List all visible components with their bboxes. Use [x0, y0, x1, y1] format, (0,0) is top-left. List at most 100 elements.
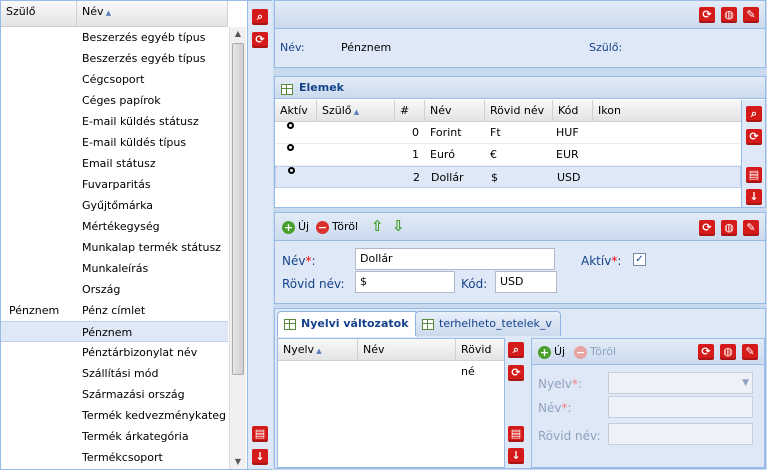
list-item[interactable]: Pénztárbizonylat név: [1, 342, 228, 363]
list-item[interactable]: Származási ország: [1, 384, 228, 405]
download-icon[interactable]: ↓: [252, 449, 268, 465]
list-item-name: Származási ország: [82, 388, 185, 401]
active-checkbox[interactable]: ✓: [633, 253, 646, 266]
list-item[interactable]: Fuvarparitás: [1, 174, 228, 195]
item-name-input[interactable]: Dollár: [355, 248, 555, 270]
new-button[interactable]: + Új: [282, 219, 309, 235]
list-item-name: Beszerzés egyéb típus: [82, 31, 206, 44]
move-down-icon[interactable]: ⇩: [392, 218, 405, 234]
refresh-icon[interactable]: ⟳: [746, 129, 762, 145]
refresh-icon[interactable]: ⟳: [508, 365, 524, 381]
list-item-name: Szállítási mód: [82, 367, 159, 380]
list-item[interactable]: E-mail küldés státusz: [1, 111, 228, 132]
table-row[interactable]: 1 Euró € EUR: [275, 144, 741, 166]
print-icon[interactable]: ▤: [746, 167, 762, 183]
list-item[interactable]: Céges papírok: [1, 90, 228, 111]
code-input[interactable]: USD: [495, 271, 557, 293]
cell-number: 1: [412, 148, 419, 161]
tab-language-versions[interactable]: Nyelvi változatok: [277, 311, 418, 337]
edit-icon[interactable]: ✎: [743, 7, 759, 23]
column-header-code[interactable]: Kód: [553, 100, 593, 121]
column-header-active[interactable]: Aktív: [275, 100, 317, 121]
column-header-name[interactable]: Név: [425, 100, 485, 121]
item-name-label: Név*:: [282, 254, 316, 268]
scroll-down-arrow[interactable]: ▼: [230, 455, 246, 469]
language-select[interactable]: ▼: [608, 372, 753, 394]
list-item-name: Termék árkategória: [82, 430, 189, 443]
tab-language-versions-label: Nyelvi változatok: [301, 317, 409, 330]
column-header-short-name[interactable]: Rövid név: [485, 100, 553, 121]
column-header-parent[interactable]: Szülő: [1, 1, 77, 26]
column-header-short-name[interactable]: Rövid né: [456, 339, 504, 378]
list-item[interactable]: Ország: [1, 279, 228, 300]
list-item-name: Pénztárbizonylat név: [82, 346, 198, 359]
list-item[interactable]: Email státusz: [1, 153, 228, 174]
search-icon[interactable]: ⌕: [746, 106, 762, 122]
tab-chargeable-items[interactable]: terhelheto_tetelek_v: [415, 311, 561, 336]
delete-language-button-label: Töröl: [590, 345, 617, 358]
short-name-input[interactable]: $: [355, 271, 455, 293]
detail-header-panel: ⟳ ◍ ✎ Név: Pénznem Szülő:: [274, 0, 766, 68]
search-icon[interactable]: ⌕: [508, 342, 524, 358]
vertical-scrollbar[interactable]: ▲ ▼: [229, 27, 246, 469]
print-icon[interactable]: ▤: [508, 426, 524, 442]
scrollbar-thumb[interactable]: [232, 43, 244, 375]
list-item[interactable]: Pénznem: [1, 321, 228, 342]
refresh-icon[interactable]: ⟳: [698, 344, 714, 360]
refresh-icon[interactable]: ⟳: [699, 7, 715, 23]
items-toolbar: ⌕ ⟳ ▤ ↓: [741, 100, 765, 207]
active-radio-icon[interactable]: [288, 167, 295, 174]
list-item[interactable]: Beszerzés egyéb típus: [1, 48, 228, 69]
language-short-name-input[interactable]: [608, 423, 753, 445]
globe-icon[interactable]: ◍: [721, 220, 737, 236]
globe-icon[interactable]: ◍: [720, 344, 736, 360]
active-radio-icon[interactable]: [287, 144, 294, 151]
edit-icon[interactable]: ✎: [742, 344, 758, 360]
list-item[interactable]: Termék kedvezménykateg...: [1, 405, 228, 426]
table-row[interactable]: 2 Dollár $ USD: [275, 166, 741, 188]
column-header-parent[interactable]: Szülő: [317, 100, 395, 121]
list-item-name: Termékcsoport: [82, 451, 163, 464]
list-item[interactable]: Munkaleírás: [1, 258, 228, 279]
edit-icon[interactable]: ✎: [743, 220, 759, 236]
cell-code: HUF: [556, 126, 579, 139]
column-header-icon[interactable]: Ikon: [593, 100, 741, 121]
list-item[interactable]: Termék árkategória: [1, 426, 228, 447]
download-icon[interactable]: ↓: [746, 189, 762, 205]
language-label: Nyelv*:: [538, 377, 582, 391]
list-item[interactable]: Pénznem Pénz címlet: [1, 300, 228, 321]
column-header-language[interactable]: Nyelv: [278, 339, 358, 360]
list-item[interactable]: Szállítási mód: [1, 363, 228, 384]
list-item[interactable]: Gyűjtőmárka: [1, 195, 228, 216]
delete-language-button[interactable]: − Töröl: [574, 344, 616, 360]
column-header-name[interactable]: Név: [358, 339, 456, 360]
active-radio-icon[interactable]: [287, 122, 294, 129]
delete-button[interactable]: − Töröl: [316, 219, 358, 235]
list-item[interactable]: Termékcsoport: [1, 447, 228, 468]
remove-icon: −: [316, 220, 329, 234]
print-icon[interactable]: ▤: [252, 426, 268, 442]
column-header-number[interactable]: #: [395, 100, 425, 121]
language-name-input[interactable]: [608, 396, 753, 418]
table-row[interactable]: 0 Forint Ft HUF: [275, 122, 741, 144]
refresh-icon[interactable]: ⟳: [252, 32, 268, 48]
cell-short-name: Ft: [490, 126, 501, 139]
parent-label: Szülő:: [589, 41, 623, 54]
list-item[interactable]: Cégcsoport: [1, 69, 228, 90]
list-item[interactable]: E-mail küldés típus: [1, 132, 228, 153]
items-grid-header: Aktív Szülő # Név Rövid név Kód Ikon: [275, 100, 741, 122]
download-icon[interactable]: ↓: [508, 448, 524, 464]
scroll-up-arrow[interactable]: ▲: [230, 27, 246, 41]
new-language-button[interactable]: + Új: [538, 344, 565, 360]
search-icon[interactable]: ⌕: [252, 9, 268, 25]
refresh-icon[interactable]: ⟳: [699, 220, 715, 236]
column-header-name[interactable]: Név: [77, 1, 228, 26]
list-item[interactable]: Mértékegység: [1, 216, 228, 237]
list-item[interactable]: Munkalap termék státusz: [1, 237, 228, 258]
chevron-down-icon[interactable]: ▼: [742, 373, 749, 393]
globe-icon[interactable]: ◍: [721, 7, 737, 23]
language-grid: Nyelv Név Rövid né: [277, 338, 505, 468]
list-item[interactable]: Beszerzés egyéb típus: [1, 27, 228, 48]
list-item-name: Pénznem: [82, 326, 133, 339]
move-up-icon[interactable]: ⇧: [371, 218, 384, 234]
